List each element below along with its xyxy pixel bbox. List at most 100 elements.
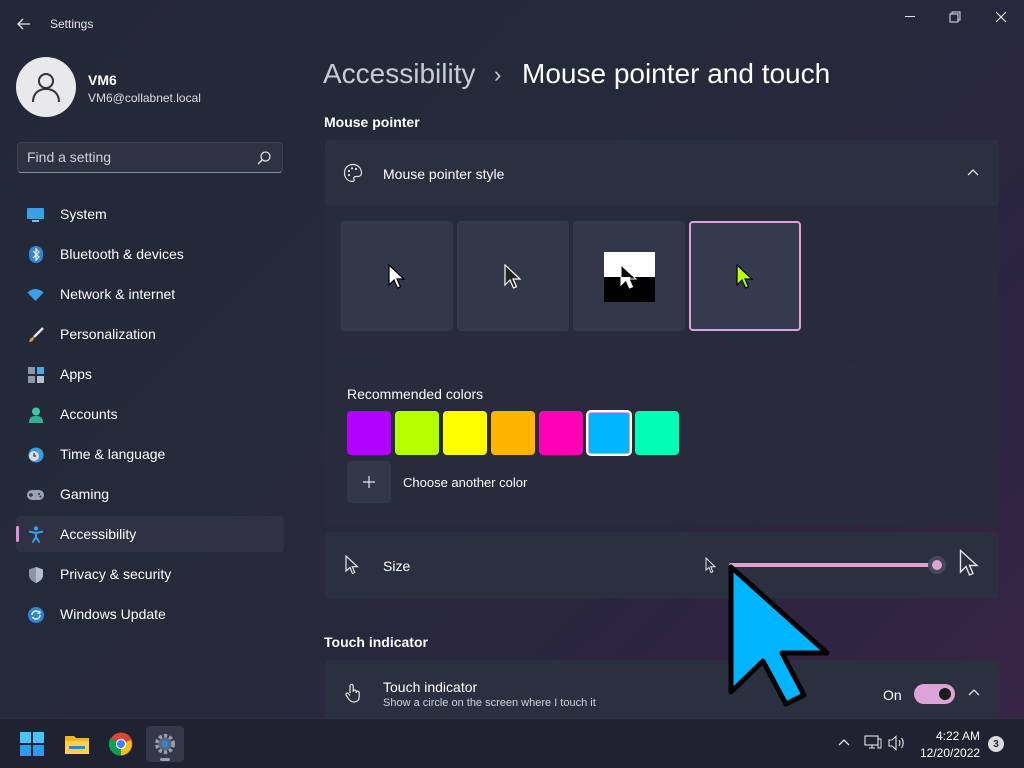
sidebar-item-label: System xyxy=(60,206,107,222)
tray-overflow-icon[interactable] xyxy=(838,738,850,746)
shield-icon xyxy=(27,566,44,583)
black-cursor-icon xyxy=(504,264,522,289)
sidebar-item-accounts[interactable]: Accounts xyxy=(16,396,284,432)
color-swatch[interactable] xyxy=(586,410,632,456)
back-arrow-icon xyxy=(17,18,30,30)
sidebar-item-bluetooth[interactable]: Bluetooth & devices xyxy=(16,236,284,272)
sidebar-item-accessibility[interactable]: Accessibility xyxy=(16,516,284,552)
network-icon[interactable] xyxy=(864,735,882,751)
close-button[interactable] xyxy=(978,4,1024,30)
clock-time[interactable]: 4:22 AM xyxy=(936,729,980,743)
time-language-icon xyxy=(27,446,44,463)
maximize-button[interactable] xyxy=(932,4,978,30)
chevron-up-icon[interactable] xyxy=(967,168,979,176)
search-input[interactable] xyxy=(27,149,247,165)
plus-icon xyxy=(363,476,375,488)
toggle-state-label: On xyxy=(883,687,902,703)
volume-icon[interactable] xyxy=(888,735,906,751)
sidebar-item-label: Gaming xyxy=(60,486,110,502)
touch-icon xyxy=(345,683,360,703)
sidebar-item-apps[interactable]: Apps xyxy=(16,356,284,392)
apps-icon xyxy=(27,366,44,383)
app-title: Settings xyxy=(50,17,94,31)
inverted-cursor-icon xyxy=(620,264,638,289)
size-slider-thumb[interactable] xyxy=(928,556,946,574)
choose-another-color-label[interactable]: Choose another color xyxy=(403,475,527,490)
accounts-icon xyxy=(27,406,44,423)
minimize-button[interactable] xyxy=(887,4,933,30)
color-swatch[interactable] xyxy=(635,411,679,455)
person-icon xyxy=(32,73,60,103)
system-icon xyxy=(27,206,44,223)
color-swatch[interactable] xyxy=(347,411,391,455)
pointer-style-inverted[interactable] xyxy=(573,221,685,331)
breadcrumb-parent[interactable]: Accessibility xyxy=(323,58,475,90)
color-swatch[interactable] xyxy=(491,411,535,455)
size-card: Size xyxy=(325,532,999,598)
pointer-style-custom[interactable] xyxy=(689,221,801,331)
notification-badge[interactable]: 3 xyxy=(988,736,1004,752)
color-swatch[interactable] xyxy=(539,411,583,455)
mouse-pointer-style-header[interactable]: Mouse pointer style xyxy=(325,140,999,206)
pointer-style-black[interactable] xyxy=(457,221,569,331)
mouse-pointer-style-label: Mouse pointer style xyxy=(383,166,505,182)
sidebar-item-label: Time & language xyxy=(60,446,166,462)
search-icon[interactable] xyxy=(256,150,272,166)
sidebar-item-label: Network & internet xyxy=(60,286,176,302)
small-cursor-icon xyxy=(705,557,717,574)
pointer-style-white[interactable] xyxy=(341,221,453,331)
avatar[interactable] xyxy=(16,57,76,117)
settings-taskbar-button[interactable] xyxy=(146,726,184,762)
clock-date[interactable]: 12/20/2022 xyxy=(920,746,980,760)
sidebar-item-personalization[interactable]: Personalization xyxy=(16,316,284,352)
running-indicator xyxy=(160,758,170,761)
touch-indicator-toggle[interactable] xyxy=(914,684,955,704)
minimize-icon xyxy=(905,16,915,17)
accessibility-icon xyxy=(27,526,44,543)
sidebar-item-windows-update[interactable]: Windows Update xyxy=(16,596,284,632)
chrome-icon xyxy=(109,732,133,756)
sidebar-item-label: Apps xyxy=(60,366,92,382)
start-icon xyxy=(20,732,44,756)
sidebar-item-privacy[interactable]: Privacy & security xyxy=(16,556,284,592)
page-title: Mouse pointer and touch xyxy=(522,58,831,89)
large-cursor-icon xyxy=(959,549,979,576)
sidebar-item-time-language[interactable]: Time & language xyxy=(16,436,284,472)
sidebar-item-network[interactable]: Network & internet xyxy=(16,276,284,312)
start-button[interactable] xyxy=(13,726,51,762)
mouse-cursor-icon xyxy=(728,564,830,707)
color-swatch[interactable] xyxy=(443,411,487,455)
palette-icon xyxy=(343,163,363,183)
custom-cursor-icon xyxy=(736,264,754,289)
chrome-button[interactable] xyxy=(102,726,140,762)
touch-indicator-card[interactable]: Touch indicator Show a circle on the scr… xyxy=(325,660,999,718)
active-indicator xyxy=(16,526,19,542)
section-title-touch-indicator: Touch indicator xyxy=(324,634,428,650)
section-title-mouse-pointer: Mouse pointer xyxy=(324,114,420,130)
file-explorer-button[interactable] xyxy=(58,726,96,762)
sidebar-item-label: Privacy & security xyxy=(60,566,172,582)
user-name: VM6 xyxy=(88,72,117,88)
back-button[interactable] xyxy=(10,12,38,36)
sidebar-item-gaming[interactable]: Gaming xyxy=(16,476,284,512)
breadcrumb-separator: › xyxy=(494,62,502,87)
color-swatch[interactable] xyxy=(395,411,439,455)
sidebar-item-label: Accessibility xyxy=(60,526,137,542)
chevron-up-icon[interactable] xyxy=(968,688,980,696)
touch-indicator-label: Touch indicator xyxy=(383,679,478,695)
sidebar-item-label: Personalization xyxy=(60,326,156,342)
gamepad-icon xyxy=(27,486,44,503)
close-icon xyxy=(995,11,1007,23)
search-box[interactable] xyxy=(17,142,283,173)
user-email: VM6@collabnet.local xyxy=(88,91,201,105)
update-icon xyxy=(27,606,44,623)
settings-icon xyxy=(155,734,175,754)
size-label: Size xyxy=(383,558,411,574)
file-explorer-icon xyxy=(65,736,89,754)
cursor-size-icon xyxy=(345,555,359,575)
restore-icon xyxy=(949,11,961,23)
sidebar-item-system[interactable]: System xyxy=(16,196,284,232)
recommended-colors-label: Recommended colors xyxy=(347,386,484,402)
choose-color-button[interactable] xyxy=(347,461,391,503)
touch-indicator-description: Show a circle on the screen where I touc… xyxy=(383,697,596,709)
